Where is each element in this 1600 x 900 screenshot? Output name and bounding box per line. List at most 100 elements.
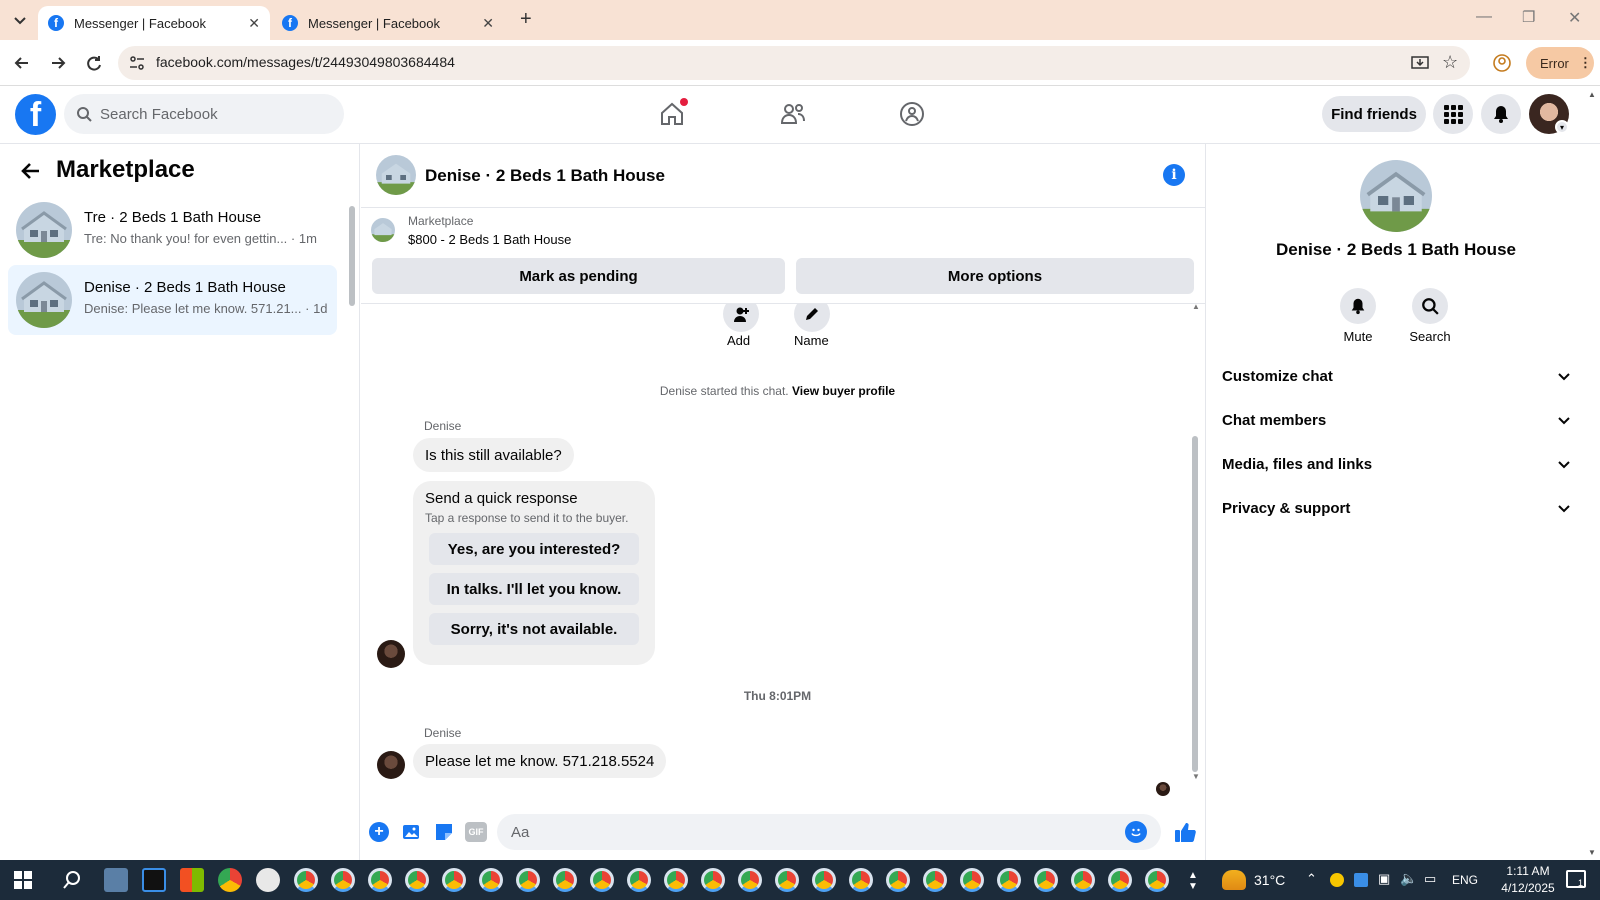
chrome-window-icon[interactable] <box>516 868 540 892</box>
chat-avatar-large[interactable] <box>1360 160 1432 232</box>
tab-messenger-1[interactable]: f Messenger | Facebook ✕ <box>38 6 270 40</box>
chrome-window-icon[interactable] <box>664 868 688 892</box>
pencil-icon[interactable] <box>794 304 830 332</box>
chat-members-section[interactable]: Chat members <box>1222 398 1572 442</box>
store-icon[interactable] <box>180 868 204 892</box>
privacy-support-section[interactable]: Privacy & support <box>1222 486 1572 530</box>
list-item[interactable]: Denise · 2 Beds 1 Bath House Denise: Ple… <box>8 265 337 335</box>
chat-title[interactable]: Denise · 2 Beds 1 Bath House <box>425 166 665 186</box>
network-icon[interactable]: ▭ <box>1424 871 1436 887</box>
scrollbar[interactable]: ▲ ▼ <box>1190 304 1200 784</box>
new-tab-button[interactable]: + <box>520 8 532 31</box>
window-close-button[interactable]: ✕ <box>1568 8 1581 28</box>
chrome-window-icon[interactable] <box>553 868 577 892</box>
windows-start-icon[interactable] <box>14 871 32 889</box>
chrome-window-icon[interactable] <box>812 868 836 892</box>
mark-as-pending-button[interactable]: Mark as pending <box>372 258 785 294</box>
temperature[interactable]: 31°C <box>1254 872 1285 888</box>
close-icon[interactable]: ✕ <box>482 15 494 32</box>
chrome-window-icon[interactable] <box>590 868 614 892</box>
chrome-window-icon[interactable] <box>997 868 1021 892</box>
chrome-window-icon[interactable] <box>331 868 355 892</box>
reload-icon[interactable] <box>84 53 104 73</box>
chrome-window-icon[interactable] <box>701 868 725 892</box>
avatar[interactable]: ▾ <box>1529 94 1569 134</box>
bell-icon[interactable] <box>1340 288 1376 324</box>
message-bubble[interactable]: Please let me know. 571.218.5524 <box>413 744 667 778</box>
page-scrollbar[interactable]: ▲ ▼ <box>1588 90 1598 860</box>
restore-button[interactable]: ❐ <box>1522 8 1535 26</box>
chrome-window-icon[interactable] <box>368 868 392 892</box>
add-person-icon[interactable] <box>723 304 759 332</box>
chrome-window-icon[interactable] <box>960 868 984 892</box>
chrome-window-icon[interactable] <box>1108 868 1132 892</box>
back-arrow-icon[interactable] <box>20 160 42 182</box>
thumbs-up-icon[interactable] <box>1173 820 1197 844</box>
search-input[interactable]: Search Facebook <box>64 94 344 134</box>
app-icon[interactable] <box>104 868 128 892</box>
tab-list-button[interactable] <box>10 10 30 30</box>
info-icon[interactable]: i <box>1163 164 1185 186</box>
groups-icon[interactable] <box>898 100 926 128</box>
weather-icon[interactable] <box>1222 870 1246 890</box>
find-friends-button[interactable]: Find friends <box>1322 96 1426 132</box>
sender-avatar[interactable] <box>377 640 405 668</box>
message-bubble[interactable]: Is this still available? <box>413 438 574 472</box>
chrome-window-icon[interactable] <box>627 868 651 892</box>
language-indicator[interactable]: ENG <box>1452 873 1478 887</box>
chrome-window-icon[interactable] <box>923 868 947 892</box>
plus-icon[interactable]: + <box>369 822 389 842</box>
url-text[interactable]: facebook.com/messages/t/2449304980368448… <box>156 54 455 70</box>
tray-app-icon[interactable] <box>1354 873 1368 887</box>
search-icon[interactable] <box>62 870 82 890</box>
chat-avatar[interactable] <box>376 155 416 195</box>
chrome-window-icon[interactable] <box>775 868 799 892</box>
listing-title[interactable]: $800 - 2 Beds 1 Bath House <box>408 232 571 247</box>
tab-messenger-2[interactable]: f Messenger | Facebook ✕ <box>272 6 504 40</box>
bell-icon[interactable] <box>1481 94 1521 134</box>
chrome-window-icon[interactable] <box>849 868 873 892</box>
gif-icon[interactable]: GIF <box>465 822 487 842</box>
friends-icon[interactable] <box>779 100 807 128</box>
chrome-window-icon[interactable] <box>1071 868 1095 892</box>
install-app-icon[interactable] <box>1410 53 1430 73</box>
chevron-up-icon[interactable]: ⌃ <box>1306 871 1317 887</box>
site-info-icon[interactable] <box>128 54 146 72</box>
chrome-window-icon[interactable] <box>1145 868 1169 892</box>
view-buyer-profile-link[interactable]: View buyer profile <box>792 384 895 398</box>
profile-icon[interactable] <box>1492 53 1512 73</box>
app-icon[interactable] <box>256 868 280 892</box>
chrome-window-icon[interactable] <box>1034 868 1058 892</box>
chrome-icon[interactable] <box>218 868 242 892</box>
notification-center-icon[interactable]: 1 <box>1566 870 1586 888</box>
chrome-window-icon[interactable] <box>479 868 503 892</box>
volume-icon[interactable]: 🔈 <box>1400 870 1417 887</box>
list-item[interactable]: Tre · 2 Beds 1 Bath House Tre: No thank … <box>8 195 337 265</box>
quick-response-button[interactable]: Sorry, it's not available. <box>429 613 639 645</box>
message-input[interactable]: Aa <box>497 814 1161 850</box>
forward-arrow-icon[interactable] <box>48 53 68 73</box>
taskbar-scroll[interactable]: ▲ ▼ <box>1188 870 1198 892</box>
bookmark-star-icon[interactable]: ☆ <box>1442 52 1458 73</box>
facebook-logo[interactable]: f <box>15 94 56 135</box>
chrome-window-icon[interactable] <box>886 868 910 892</box>
chrome-window-icon[interactable] <box>405 868 429 892</box>
scrollbar[interactable] <box>348 194 356 318</box>
quick-response-button[interactable]: In talks. I'll let you know. <box>429 573 639 605</box>
photo-icon[interactable] <box>401 821 423 843</box>
clock[interactable]: 1:11 AM 4/12/2025 <box>1488 864 1568 895</box>
search-icon[interactable] <box>1412 288 1448 324</box>
sender-avatar[interactable] <box>377 751 405 779</box>
quick-response-button[interactable]: Yes, are you interested? <box>429 533 639 565</box>
sticker-icon[interactable] <box>433 821 455 843</box>
tray-app-icon[interactable] <box>1330 873 1344 887</box>
menu-grid-icon[interactable] <box>1433 94 1473 134</box>
chrome-window-icon[interactable] <box>294 868 318 892</box>
error-button[interactable]: Error ⋮ <box>1526 47 1594 79</box>
minimize-button[interactable]: — <box>1476 8 1492 26</box>
meet-now-icon[interactable]: ▣ <box>1378 871 1390 887</box>
back-arrow-icon[interactable] <box>12 53 32 73</box>
app-icon[interactable] <box>142 868 166 892</box>
home-icon[interactable] <box>658 98 688 128</box>
chrome-window-icon[interactable] <box>442 868 466 892</box>
